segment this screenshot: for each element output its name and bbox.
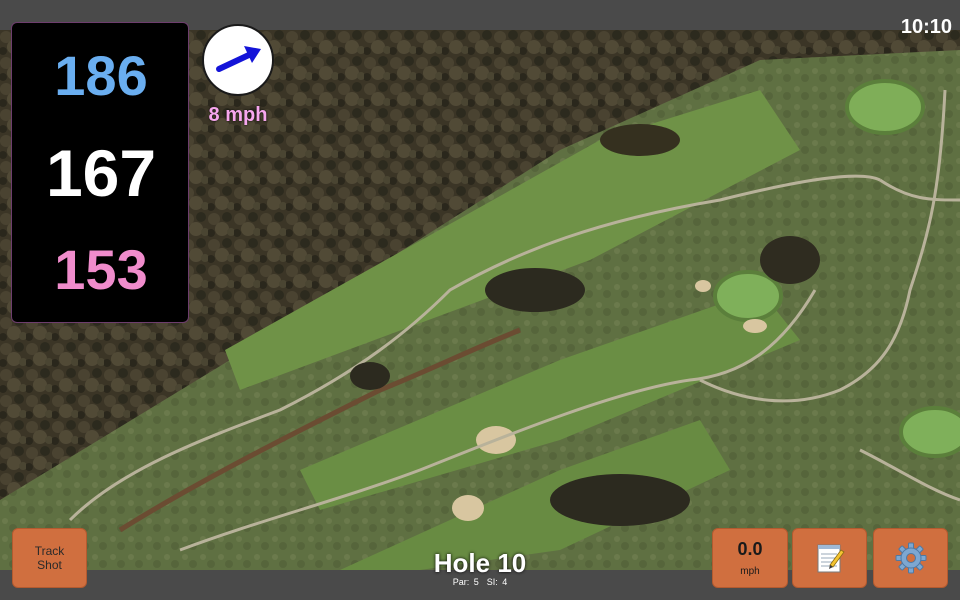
middle-distance: 167 [45,136,157,210]
hole-par: Par: 5 [452,577,479,587]
speed-button[interactable]: 0.0 mph [712,528,788,588]
front-distance: 153 [54,238,148,301]
back-distance: 186 [54,44,148,107]
distance-panel: 186 167 153 [11,22,189,323]
clock: 10:10 [900,16,952,38]
track-shot-label-line2: Shot [37,558,62,572]
speed-unit: mph [740,566,760,577]
speed-value: 0.0 [737,539,763,559]
wind-dial [202,24,274,96]
hole-details: Par: 5 SI: 4 [380,577,580,587]
settings-button[interactable] [873,528,948,588]
gear-icon [895,542,926,574]
notes-button[interactable] [792,528,867,588]
golf-gps-screen: 10:10 186 167 153 8 mph Track Shot Hole … [0,0,960,600]
arrow-icon [216,46,261,72]
hole-stroke-index: SI: 4 [486,577,508,587]
track-shot-button[interactable]: Track Shot [12,528,87,588]
track-shot-label-line1: Track [34,544,65,558]
hole-title: Hole 10 [433,548,527,578]
notepad-icon [817,544,845,573]
wind-speed: 8 mph [208,104,268,126]
